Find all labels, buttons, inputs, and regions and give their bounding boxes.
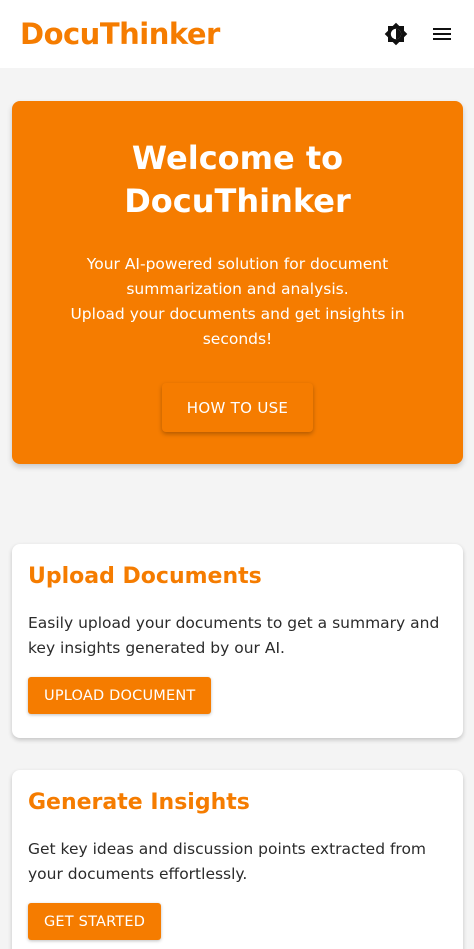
upload-document-button[interactable]: UPLOAD DOCUMENT [28, 677, 212, 714]
generate-insights-card: Generate Insights Get key ideas and disc… [12, 770, 463, 949]
hero-description-line-2: Upload your documents and get insights i… [70, 305, 405, 348]
get-started-button[interactable]: GET STARTED [28, 903, 162, 940]
card-title: Upload Documents [28, 564, 262, 589]
hamburger-menu-icon [433, 28, 451, 40]
header-actions [384, 22, 454, 46]
hero-title: Welcome to DocuThinker [124, 139, 351, 220]
brightness-icon [384, 22, 408, 46]
app-header: DocuThinker [0, 0, 474, 68]
brand-logo-text[interactable]: DocuThinker [20, 17, 220, 51]
card-description: Easily upload your documents to get a su… [28, 614, 440, 657]
how-to-use-button[interactable]: HOW TO USE [162, 383, 313, 432]
hero-description: Your AI-powered solution for document su… [12, 252, 463, 352]
theme-toggle-button[interactable] [384, 22, 408, 46]
hero-description-line-1: Your AI-powered solution for document su… [86, 255, 389, 298]
upload-documents-card: Upload Documents Easily upload your docu… [12, 544, 463, 738]
card-description: Get key ideas and discussion points extr… [28, 840, 427, 883]
card-title: Generate Insights [28, 790, 250, 815]
hero-banner: Welcome to DocuThinker Your AI-powered s… [12, 101, 463, 464]
menu-button[interactable] [430, 22, 454, 46]
